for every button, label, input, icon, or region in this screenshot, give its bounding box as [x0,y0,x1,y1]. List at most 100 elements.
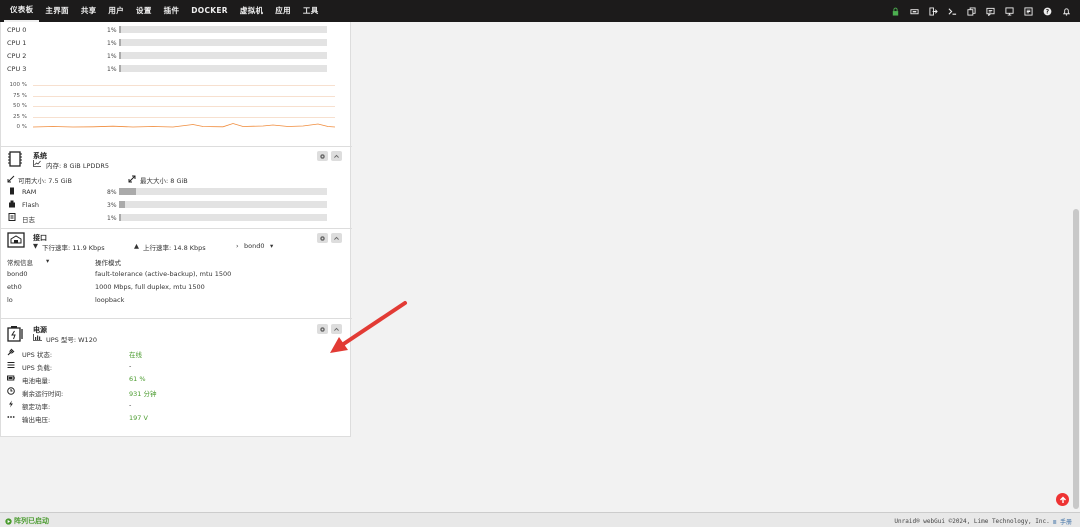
nav-docker[interactable]: DOCKER [185,0,234,22]
info-icon[interactable] [1020,3,1036,19]
collapse-button[interactable] [331,151,342,161]
battery-icon [7,374,15,382]
collapse-button[interactable] [331,233,342,243]
iface-mode: 1000 Mbps, full duplex, mtu 1500 [95,283,205,291]
cpu3-bar [119,65,327,72]
battery-charge-value: 61 % [129,375,146,383]
ups-status-label: UPS 状态: [22,351,53,359]
graph-tick-75: 75 % [13,92,27,99]
cpu1-label: CPU 1 [7,39,27,47]
dots-icon [7,413,15,421]
network-icon [7,232,25,248]
annotation-arrow [330,301,407,353]
graph-gridline [33,95,335,97]
flash-percent: 3% [107,202,117,209]
download-rate: 下行速率: 11.9 Kbps [42,244,105,252]
status-footer: 阵列已启动 Unraid® webGui ©2024, Lime Technol… [0,512,1080,527]
terminal-icon[interactable] [944,3,960,19]
iface-name: lo [7,296,13,304]
chevron-right-icon: › [236,242,239,250]
plug-icon [7,348,15,356]
flash-label: Flash [22,201,40,209]
flash-bar [119,201,327,208]
upload-rate: 上行速率: 14.8 Kbps [143,244,206,252]
gear-icon [320,235,325,241]
ups-model: UPS 型号: W120 [46,336,97,344]
arrow-up-icon [1059,496,1066,503]
manual-link[interactable]: ≣ 手册 [1053,517,1072,526]
iface-mode: loopback [95,296,125,304]
nav-vms[interactable]: 虚拟机 [234,0,269,22]
cpu1-percent: 1% [107,40,117,47]
top-navbar: 仪表板 主界面 共享 用户 设置 插件 DOCKER 虚拟机 应用 工具 ? [0,0,1080,22]
chevron-up-icon [334,236,339,240]
ram-percent: 8% [107,189,117,196]
expand-icon [128,175,136,183]
log-file-icon [8,213,16,221]
cpu3-label: CPU 3 [7,65,27,73]
nav-plugins[interactable]: 插件 [158,0,186,22]
memory-chip-icon [8,151,22,167]
graph-tick-25: 25 % [13,113,27,120]
copy-icon[interactable] [963,3,979,19]
feedback-icon[interactable] [982,3,998,19]
scrollbar-thumb[interactable] [1073,209,1079,509]
array-status[interactable]: 阵列已启动 [5,516,49,526]
bolt-icon [7,400,15,408]
monitor-icon[interactable] [1001,3,1017,19]
nav-main[interactable]: 主界面 [39,0,74,22]
device-icon[interactable] [906,3,922,19]
info-select[interactable]: 常规信息 [7,257,33,267]
help-icon[interactable]: ? [1039,3,1055,19]
output-voltage-value: 197 V [129,414,148,422]
manual-link-label: 手册 [1059,519,1072,526]
ups-battery-icon [7,326,23,342]
page-scrollbar[interactable] [1072,22,1080,512]
lock-icon[interactable] [887,3,903,19]
log-percent: 1% [107,215,117,222]
scroll-to-top-button[interactable] [1056,493,1069,506]
graph-gridline [33,116,335,118]
main-nav: 仪表板 主界面 共享 用户 设置 插件 DOCKER 虚拟机 应用 工具 [4,0,325,22]
gear-icon [320,153,325,159]
dropdown-caret-icon[interactable]: ▾ [270,242,273,250]
runtime-value: 931 分钟 [129,390,157,398]
cpu0-label: CPU 0 [7,26,27,34]
dropdown-caret-icon[interactable]: ▾ [46,257,49,265]
interface-select[interactable]: bond0 [244,242,264,250]
cpu-history-line [33,123,335,128]
copyright-text: Unraid® webGui ©2024, Lime Technology, I… [894,518,1050,525]
nav-shares[interactable]: 共享 [75,0,103,22]
usable-size: 可用大小: 7.5 GiB [18,177,72,185]
array-status-text: 阵列已启动 [14,517,49,525]
dashboard-panel: CPU 0 1% CPU 1 1% CPU 2 1% CPU 3 1% 100 … [0,22,352,437]
nav-dashboard[interactable]: 仪表板 [4,0,40,22]
max-size: 最大大小: 8 GiB [140,177,188,185]
logout-icon[interactable] [925,3,941,19]
nav-apps[interactable]: 应用 [269,0,297,22]
settings-button[interactable] [317,151,328,161]
graph-tick-50: 50 % [13,103,27,109]
down-arrow-icon: ▼ [33,242,38,250]
cpu0-bar [119,26,327,33]
nav-tools[interactable]: 工具 [297,0,325,22]
nav-users[interactable]: 用户 [102,0,130,22]
nav-settings[interactable]: 设置 [130,0,158,22]
system-memory-info: 内存: 8 GiB LPDDR5 [46,162,110,170]
settings-button[interactable] [317,233,328,243]
footer-right: Unraid® webGui ©2024, Lime Technology, I… [894,517,1072,526]
bell-icon[interactable] [1058,3,1074,19]
log-bar [119,214,327,221]
cpu3-percent: 1% [107,66,117,73]
play-icon [5,517,12,525]
graph-tick-100: 100 % [9,82,27,88]
chart-line-icon [33,160,41,167]
iface-mode: fault-tolerance (active-backup), mtu 150… [95,270,232,278]
bar-chart-icon [33,334,42,341]
battery-charge-label: 电池电量: [22,377,51,385]
runtime-label: 剩余运行时间: [22,390,64,398]
ups-load-value: - [129,362,132,370]
nominal-power-value: - [129,401,132,409]
cpu2-percent: 1% [107,53,117,60]
memory-icon [10,187,14,195]
